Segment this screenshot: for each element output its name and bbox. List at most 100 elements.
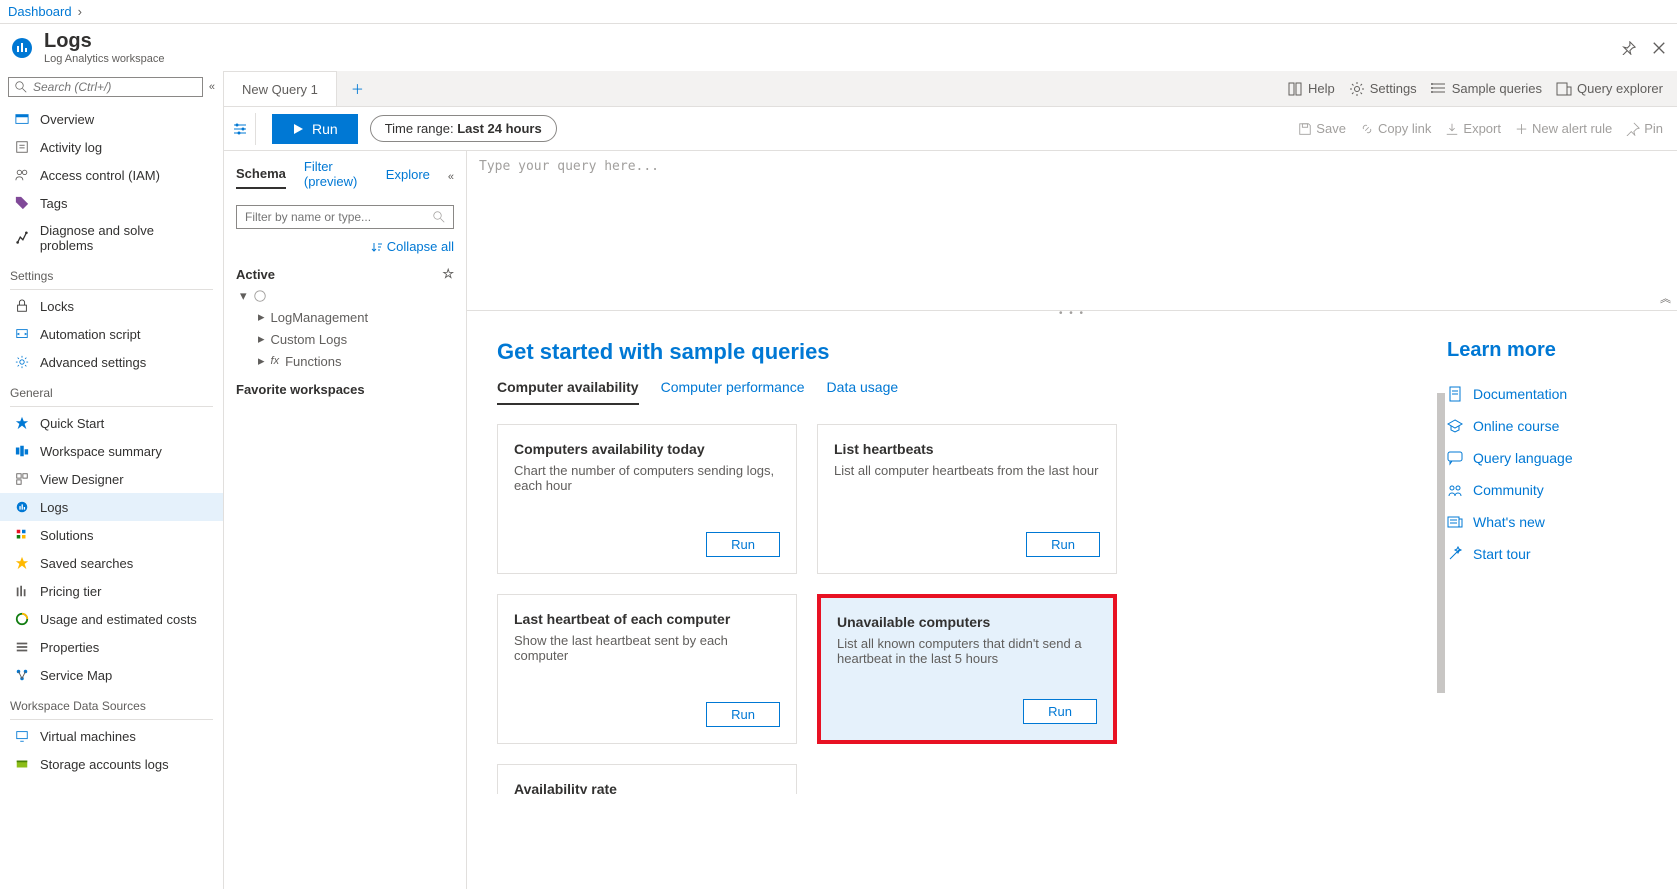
search-icon <box>15 81 27 93</box>
card-run-button[interactable]: Run <box>1023 699 1097 724</box>
nav-advanced-settings[interactable]: Advanced settings <box>0 348 223 376</box>
schema-filter-input[interactable] <box>245 210 433 224</box>
tree-node-customlogs[interactable]: ▸Custom Logs <box>236 328 454 350</box>
logs-icon <box>14 499 30 515</box>
query-toolbar: Run Time range: Last 24 hours Save Copy … <box>224 107 1677 151</box>
pin-icon[interactable] <box>1621 40 1637 56</box>
new-alert-button[interactable]: ＋New alert rule <box>1515 119 1612 138</box>
learn-start-tour[interactable]: Start tour <box>1447 538 1647 570</box>
sample-queries-panel: Get started with sample queries Computer… <box>497 339 1417 879</box>
close-icon[interactable] <box>1651 40 1667 56</box>
card-title: List heartbeats <box>834 441 1100 457</box>
learn-more-panel: Learn more Documentation Online course Q… <box>1447 339 1647 879</box>
copy-link-button[interactable]: Copy link <box>1360 121 1431 136</box>
nav-storage-logs[interactable]: Storage accounts logs <box>0 750 223 778</box>
new-tab-button[interactable]: ＋ <box>337 71 378 106</box>
nav-access-control[interactable]: Access control (IAM) <box>0 161 223 189</box>
nav-activity-log[interactable]: Activity log <box>0 133 223 161</box>
learn-documentation[interactable]: Documentation <box>1447 378 1647 410</box>
sort-icon <box>371 241 383 253</box>
resize-handle[interactable]: • • • <box>467 311 1677 319</box>
schema-tab-schema[interactable]: Schema <box>236 166 286 189</box>
learn-query-language[interactable]: Query language <box>1447 442 1647 474</box>
chevron-right-icon: ▸ <box>258 309 265 325</box>
workspace-icon <box>253 289 267 303</box>
chevron-right-icon: › <box>78 4 82 19</box>
nav-saved-searches[interactable]: Saved searches <box>0 549 223 577</box>
run-button[interactable]: Run <box>272 114 358 144</box>
schema-tab-explore[interactable]: Explore <box>386 167 430 188</box>
schema-panel: Schema Filter (preview) Explore « Collap… <box>224 151 467 889</box>
nav-search[interactable] <box>8 77 203 97</box>
sample-tab-datausage[interactable]: Data usage <box>827 379 899 405</box>
save-icon <box>1298 122 1312 136</box>
nav-quick-start[interactable]: Quick Start <box>0 409 223 437</box>
collapse-schema-icon[interactable]: « <box>448 171 454 183</box>
iam-icon <box>14 167 30 183</box>
nav-virtual-machines[interactable]: Virtual machines <box>0 722 223 750</box>
export-button[interactable]: Export <box>1445 121 1501 136</box>
sample-tab-availability[interactable]: Computer availability <box>497 379 639 405</box>
sample-queries-button[interactable]: Sample queries <box>1431 81 1542 97</box>
card-title: Computers availability today <box>514 441 780 457</box>
collapse-all-button[interactable]: Collapse all <box>224 239 466 254</box>
time-range-picker[interactable]: Time range: Last 24 hours <box>370 115 557 142</box>
settings-button[interactable]: Settings <box>1349 81 1417 97</box>
query-explorer-button[interactable]: Query explorer <box>1556 81 1663 97</box>
card-run-button[interactable]: Run <box>706 532 780 557</box>
scrollbar-thumb[interactable] <box>1437 393 1445 693</box>
sample-card: List heartbeats List all computer heartb… <box>817 424 1117 574</box>
learn-whats-new[interactable]: What's new <box>1447 506 1647 538</box>
breadcrumb-root[interactable]: Dashboard <box>8 4 72 19</box>
card-run-button[interactable]: Run <box>1026 532 1100 557</box>
expand-editor-icon[interactable]: ︽ <box>1660 290 1671 306</box>
query-tab-1[interactable]: New Query 1 <box>224 71 337 106</box>
lock-icon <box>14 298 30 314</box>
card-run-button[interactable]: Run <box>706 702 780 727</box>
learn-community[interactable]: Community <box>1447 474 1647 506</box>
tree-node-logmanagement[interactable]: ▸LogManagement <box>236 306 454 328</box>
nav-logs[interactable]: Logs <box>0 493 223 521</box>
nav-section-settings: Settings <box>0 259 223 287</box>
nav-view-designer[interactable]: View Designer <box>0 465 223 493</box>
search-icon <box>433 211 445 223</box>
query-options-button[interactable] <box>224 113 256 145</box>
tree-node-functions[interactable]: ▸fxFunctions <box>236 350 454 372</box>
nav-tags[interactable]: Tags <box>0 189 223 217</box>
chevron-right-icon: ▸ <box>258 353 265 369</box>
help-button[interactable]: Help <box>1287 81 1335 97</box>
tree-favorite-workspaces[interactable]: Favorite workspaces <box>236 372 454 401</box>
chat-icon <box>1447 450 1463 466</box>
book-icon <box>1287 81 1303 97</box>
nav-service-map[interactable]: Service Map <box>0 661 223 689</box>
collapse-nav-icon[interactable]: « <box>209 81 215 93</box>
nav-automation-script[interactable]: Automation script <box>0 320 223 348</box>
pin-button[interactable]: Pin <box>1626 121 1663 136</box>
save-button[interactable]: Save <box>1298 121 1346 136</box>
nav-usage-costs[interactable]: Usage and estimated costs <box>0 605 223 633</box>
favorite-star-icon[interactable]: ☆ <box>442 266 454 282</box>
query-editor[interactable]: Type your query here... ︽ <box>467 151 1677 311</box>
nav-locks[interactable]: Locks <box>0 292 223 320</box>
nav-properties[interactable]: Properties <box>0 633 223 661</box>
learn-online-course[interactable]: Online course <box>1447 410 1647 442</box>
sample-tab-performance[interactable]: Computer performance <box>661 379 805 405</box>
schema-tree: Active ☆ ▾ ▸LogManagement ▸Custom Logs ▸… <box>224 254 466 409</box>
sample-card: Last heartbeat of each computer Show the… <box>497 594 797 744</box>
tree-workspace-node[interactable]: ▾ <box>236 286 454 306</box>
card-title: Availability rate <box>514 781 780 794</box>
nav-search-input[interactable] <box>33 80 196 94</box>
sample-card: Availability rate Run <box>497 764 797 794</box>
nav-overview[interactable]: Overview <box>0 105 223 133</box>
nav-solutions[interactable]: Solutions <box>0 521 223 549</box>
wand-icon <box>1447 546 1463 562</box>
schema-filter[interactable] <box>236 205 454 229</box>
learn-heading: Learn more <box>1447 339 1647 362</box>
chevron-down-icon: ▾ <box>240 288 247 304</box>
nav-pricing-tier[interactable]: Pricing tier <box>0 577 223 605</box>
solutions-icon <box>14 527 30 543</box>
explorer-icon <box>1556 81 1572 97</box>
nav-workspace-summary[interactable]: Workspace summary <box>0 437 223 465</box>
schema-tab-filter[interactable]: Filter (preview) <box>304 159 368 195</box>
nav-diagnose[interactable]: Diagnose and solve problems <box>0 217 223 259</box>
